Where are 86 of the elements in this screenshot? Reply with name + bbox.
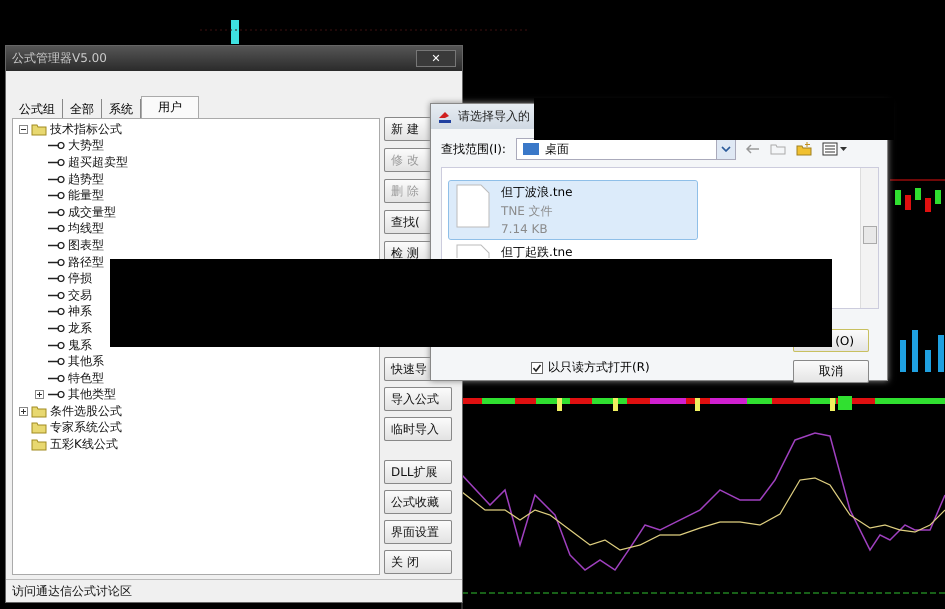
tree-item[interactable]: 图表型	[68, 236, 104, 254]
close-button[interactable]: ✕	[416, 50, 456, 67]
tree-item[interactable]: 五彩K线公式	[50, 436, 118, 454]
dialog-button[interactable]: 界面设置	[384, 520, 452, 544]
tree-item[interactable]: 条件选股公式	[50, 402, 122, 420]
signal-marker	[695, 398, 700, 411]
folder-icon	[31, 421, 47, 434]
window-title: 公式管理器V5.00	[12, 50, 107, 67]
key-icon	[47, 141, 65, 150]
key-icon	[47, 174, 65, 184]
file-size: 7.14 KB	[501, 222, 549, 236]
file-name: 但丁起跌.tne	[501, 244, 573, 258]
new-folder-icon[interactable]	[796, 142, 812, 156]
signal-marker	[838, 396, 852, 410]
expand-toggle[interactable]	[35, 390, 44, 400]
chart-bar	[895, 190, 901, 205]
dialog-button[interactable]: 公式收藏	[384, 490, 452, 514]
key-icon	[47, 374, 65, 383]
key-icon	[47, 324, 65, 333]
chart-bar	[925, 198, 931, 212]
key-icon	[47, 307, 65, 316]
signal-marker	[613, 398, 618, 411]
file-name: 但丁波浪.tne	[501, 184, 573, 201]
chart-bar	[925, 350, 931, 372]
tree-item[interactable]: 专家系统公式	[50, 419, 122, 436]
key-icon	[47, 158, 65, 167]
tree-item[interactable]: 均线型	[68, 220, 104, 238]
dialog-button[interactable]: DLL扩展	[384, 460, 452, 484]
key-icon	[47, 357, 65, 366]
chart-bar	[915, 188, 921, 200]
dialog-button[interactable]: 导入公式	[384, 387, 452, 411]
tree-item[interactable]: 大势型	[68, 137, 104, 154]
cancel-button[interactable]: 取消	[793, 360, 869, 383]
file-item[interactable]: 但丁波浪.tne TNE 文件 7.14 KB	[448, 180, 698, 240]
expand-toggle[interactable]	[19, 406, 28, 416]
checkbox[interactable]	[531, 362, 543, 374]
signal-marker	[557, 398, 562, 411]
tree-item[interactable]: 成交量型	[68, 204, 116, 221]
view-menu-icon[interactable]	[822, 142, 848, 156]
chart-bar	[900, 340, 906, 372]
look-in-dropdown[interactable]: 桌面	[516, 138, 736, 160]
folder-icon	[31, 122, 47, 136]
chart-bar	[938, 335, 944, 372]
key-icon	[47, 274, 65, 284]
tree-item[interactable]: 停损	[68, 270, 92, 288]
desktop-icon	[522, 143, 539, 155]
checkbox-label: 以只读方式打开(R)	[548, 359, 650, 376]
tree-item[interactable]: 超买超卖型	[68, 154, 128, 171]
app-logo-icon	[437, 110, 453, 124]
tab[interactable]: 用户	[141, 96, 199, 118]
folder-icon	[31, 438, 47, 452]
dialog-title: 请选择导入的	[458, 108, 530, 125]
tree-item[interactable]: 路径型	[68, 254, 104, 271]
tree-item[interactable]: 其他类型	[68, 386, 116, 404]
chevron-down-icon	[720, 146, 731, 152]
dialog-button[interactable]: 临时导入	[384, 417, 452, 441]
file-type: TNE 文件	[501, 203, 554, 220]
scrollbar[interactable]	[860, 168, 878, 308]
tree-item[interactable]: 其他系	[68, 353, 104, 370]
key-icon	[47, 224, 65, 234]
key-icon	[47, 390, 65, 400]
price-bar	[231, 20, 239, 44]
key-icon	[47, 208, 65, 217]
dialog-button[interactable]: 关 闭	[384, 550, 452, 574]
tree-item[interactable]: 交易	[68, 286, 92, 304]
forum-link[interactable]: 访问通达信公式讨论区	[12, 582, 132, 600]
tree-item[interactable]: 能量型	[68, 187, 104, 204]
tree-item[interactable]: 特色型	[68, 370, 104, 387]
key-icon	[47, 240, 65, 250]
back-arrow-icon[interactable]	[746, 144, 760, 154]
expand-toggle[interactable]	[19, 124, 28, 134]
tree-item[interactable]: 技术指标公式	[50, 120, 122, 138]
tree-item[interactable]: 趋势型	[68, 170, 104, 188]
chart-bar	[935, 190, 941, 204]
folder-icon	[31, 404, 47, 418]
chart-bar	[912, 330, 918, 372]
key-icon	[47, 290, 65, 300]
tree-item[interactable]: 龙系	[68, 320, 92, 337]
signal-marker	[830, 398, 835, 411]
tree-item[interactable]: 神系	[68, 303, 92, 320]
document-icon	[455, 184, 491, 228]
chart-bar	[905, 195, 911, 210]
key-icon	[47, 191, 65, 200]
tree-item[interactable]: 鬼系	[68, 336, 92, 354]
key-icon	[47, 258, 65, 267]
key-icon	[47, 340, 65, 350]
